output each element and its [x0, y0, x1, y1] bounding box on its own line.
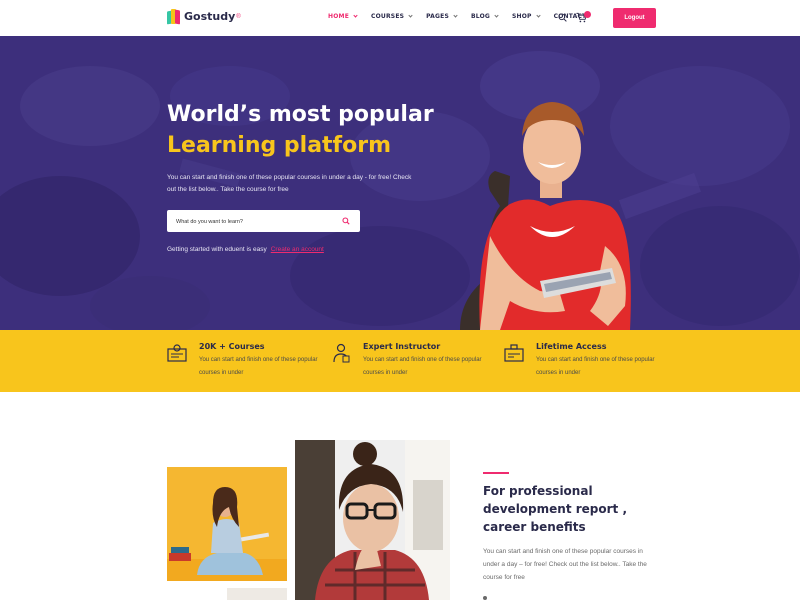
chevron-down-icon [536, 13, 541, 18]
course-search-box [167, 210, 360, 233]
brand-name: Gostudy [184, 10, 236, 23]
feature-text: You can start and finish one of these po… [363, 357, 482, 376]
feature-title: 20K + Courses [199, 342, 265, 351]
hero-description: You can start and finish one of these po… [167, 174, 412, 193]
nav-item-home[interactable]: HOME [328, 13, 358, 20]
course-thumbnail-image [227, 588, 287, 600]
section-title: For professional development report , ca… [483, 484, 628, 534]
site-header: Gostudy ® HOME COURSES PAGES BLOG SHOP C… [0, 0, 800, 36]
get-started-line: Getting started with eduent is easy Creat… [167, 246, 324, 253]
certificate-icon [167, 344, 187, 362]
feature-text: You can start and finish one of these po… [199, 357, 318, 376]
list-bullet [483, 596, 487, 600]
section-divider [483, 472, 509, 474]
logout-button[interactable]: Logout [613, 8, 656, 28]
nav-item-label: BLOG [470, 13, 490, 20]
nav-item-label: COURSES [371, 13, 405, 20]
access-icon [504, 344, 524, 362]
feature-title: Lifetime Access [536, 342, 607, 351]
nav-item-shop[interactable]: SHOP [512, 13, 541, 20]
hero-title: World’s most popular [167, 102, 434, 127]
nav-item-label: SHOP [512, 13, 532, 20]
instructor-icon [333, 343, 350, 363]
hero-subtitle: Learning platform [167, 133, 392, 158]
chevron-down-icon [453, 13, 458, 18]
student-image [460, 102, 631, 330]
chevron-down-icon [408, 13, 413, 18]
logo-icon [167, 9, 180, 25]
feature-text: You can start and finish one of these po… [536, 357, 655, 376]
nav-item-label: PAGES [426, 13, 449, 20]
section-description: You can start and finish one of these po… [483, 548, 647, 581]
features-band: 20K + Courses You can start and finish o… [0, 330, 800, 392]
nav-item-blog[interactable]: BLOG [470, 13, 499, 20]
create-account-link[interactable]: Create an account [271, 246, 324, 253]
logo[interactable]: Gostudy ® [167, 9, 241, 25]
get-started-text: Getting started with eduent is easy [167, 246, 267, 253]
brand-mark: ® [236, 13, 241, 20]
student-glasses-image [295, 440, 450, 600]
chevron-down-icon [494, 13, 499, 18]
course-search-input[interactable] [167, 211, 332, 233]
student-sitting-image [167, 467, 287, 581]
nav-item-label: HOME [328, 13, 349, 20]
search-icon[interactable] [558, 13, 567, 22]
nav-item-pages[interactable]: PAGES [426, 13, 458, 20]
hero-section: World’s most popular Learning platform Y… [0, 36, 800, 330]
cart-badge [584, 11, 591, 18]
search-icon[interactable] [342, 217, 350, 225]
feature-title: Expert Instructor [363, 342, 441, 351]
nav-item-courses[interactable]: COURSES [371, 13, 413, 20]
chevron-down-icon [353, 13, 358, 18]
